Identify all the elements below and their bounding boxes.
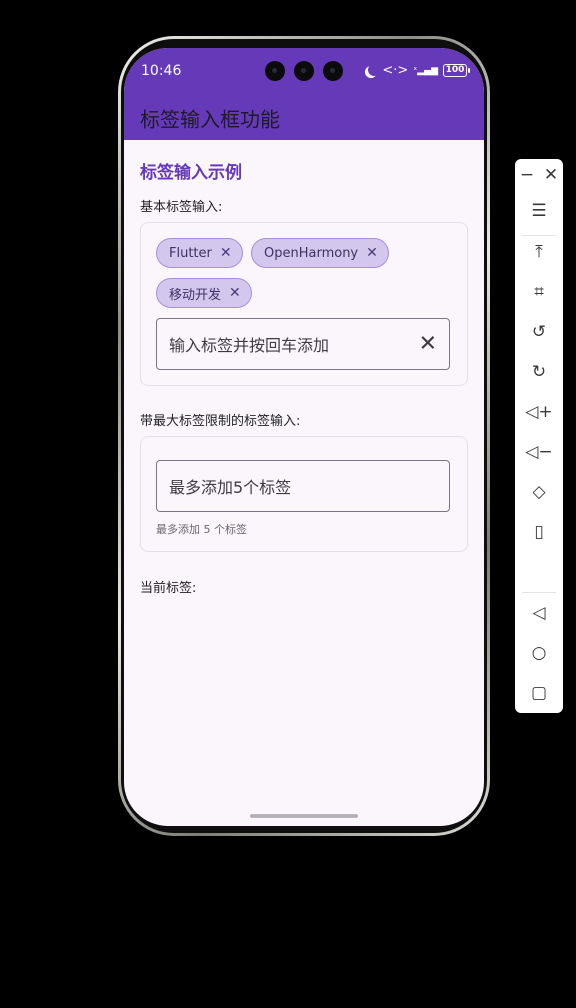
remove-tag-icon[interactable]: ✕: [220, 245, 232, 261]
camera-icon: [323, 61, 343, 81]
volume-down-icon[interactable]: ◁−: [515, 436, 563, 468]
remove-tag-icon[interactable]: ✕: [366, 245, 378, 261]
status-icons: <·> ˣ▂▄▆ 100: [365, 63, 470, 78]
tag-chip-openharmony: OpenHarmony ✕: [251, 238, 389, 268]
rotate-left-icon[interactable]: ↺: [515, 316, 563, 348]
tag-input-field[interactable]: 输入标签并按回车添加 ✕: [156, 318, 450, 370]
screen-share-icon[interactable]: ▯: [515, 516, 563, 548]
limited-tag-input-label: 带最大标签限制的标签输入:: [140, 414, 301, 429]
clear-icon[interactable]: ✕: [419, 332, 437, 357]
menu-icon[interactable]: ☰: [515, 195, 563, 227]
signal-icon: ˣ▂▄▆: [413, 65, 438, 76]
helper-text: 最多添加 5 个标签: [156, 523, 247, 536]
tag-chip-flutter: Flutter ✕: [156, 238, 243, 268]
volume-up-icon[interactable]: ◁+: [515, 396, 563, 428]
network-icon: <·>: [382, 63, 409, 78]
status-time: 10:46: [141, 63, 182, 79]
camera-icon: [294, 61, 314, 81]
limited-tag-input-card: 最多添加5个标签 最多添加 5 个标签: [140, 436, 468, 552]
crop-icon[interactable]: ⌗: [515, 276, 563, 308]
close-icon[interactable]: ✕: [539, 159, 563, 191]
current-tags-label: 当前标签:: [140, 581, 197, 596]
basic-tag-input-card: Flutter ✕ OpenHarmony ✕ 移动开发 ✕ 输入标签并按回车添…: [140, 222, 468, 386]
phone-screen: 10:46 <·> ˣ▂▄▆ 100 标签输入框功能 标签输入示例 基本标签输入…: [124, 48, 484, 826]
tag-input-placeholder: 输入标签并按回车添加: [169, 336, 330, 355]
back-icon[interactable]: ◁: [515, 597, 563, 629]
shake-icon[interactable]: ◇: [515, 476, 563, 508]
status-bar: 10:46 <·> ˣ▂▄▆ 100: [124, 48, 484, 96]
page-title: 标签输入框功能: [140, 107, 280, 132]
toolbar-divider: [522, 592, 556, 593]
emulator-toolbar: − ✕ ☰ ⤒ ⌗ ↺ ↻ ◁+ ◁− ◇ ▯ ◁ ○ ▢: [515, 159, 563, 713]
section-title: 标签输入示例: [140, 163, 242, 183]
remove-tag-icon[interactable]: ✕: [229, 285, 241, 301]
rotate-right-icon[interactable]: ↻: [515, 356, 563, 388]
app-bar: 标签输入框功能: [124, 96, 484, 140]
moon-icon: [368, 64, 380, 76]
camera-icon: [265, 61, 285, 81]
tag-chip-label: OpenHarmony: [264, 245, 359, 261]
limited-tag-input-field[interactable]: 最多添加5个标签: [156, 460, 450, 512]
tag-chip-label: 移动开发: [169, 287, 222, 303]
battery-icon: 100: [443, 64, 470, 77]
minimize-icon[interactable]: −: [515, 159, 539, 191]
limited-tag-input-placeholder: 最多添加5个标签: [169, 478, 292, 497]
tag-chip-mobile-dev: 移动开发 ✕: [156, 278, 252, 308]
tag-chip-label: Flutter: [169, 245, 212, 261]
pin-top-icon[interactable]: ⤒: [515, 236, 563, 268]
recents-icon[interactable]: ▢: [515, 677, 563, 709]
basic-tag-input-label: 基本标签输入:: [140, 200, 223, 215]
home-icon[interactable]: ○: [515, 637, 563, 669]
home-indicator[interactable]: [250, 814, 358, 818]
